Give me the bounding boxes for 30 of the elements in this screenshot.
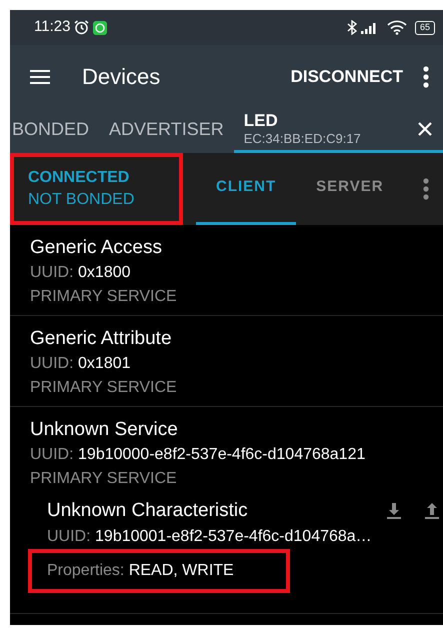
service-type: PRIMARY SERVICE — [30, 378, 178, 398]
app-title: Devices — [82, 63, 162, 91]
download-icon[interactable] — [385, 502, 403, 520]
characteristic-uuid: UUID: 19b10001-e8f2-537e-4f6c-d104768a… — [47, 527, 373, 547]
characteristic-properties: Properties: READ, WRITE — [28, 549, 290, 593]
status-time: 11:23 — [34, 17, 70, 38]
service-uuid: UUID: 0x1800 — [30, 263, 132, 283]
characteristic-name: Unknown Characteristic — [47, 499, 249, 523]
role-tab[interactable]: SERVER — [296, 153, 404, 225]
menu-icon[interactable] — [30, 68, 50, 84]
service-uuid: UUID: 0x1801 — [30, 354, 132, 374]
service-name: Generic Attribute — [30, 327, 173, 351]
chat-app-icon — [93, 20, 108, 34]
alarm-clock-icon — [74, 20, 90, 35]
wifi-icon — [386, 20, 407, 35]
close-icon[interactable] — [417, 121, 433, 137]
service-uuid: UUID: 19b10000-e8f2-537e-4f6c-d104768a121 — [30, 445, 366, 465]
device-tab[interactable]: BONDED — [10, 108, 110, 153]
bluetooth-icon — [346, 20, 357, 35]
service-type: PRIMARY SERVICE — [30, 287, 178, 307]
service-name: Unknown Service — [30, 418, 179, 442]
more-options-icon[interactable] — [423, 178, 429, 200]
service-name: Generic Access — [30, 236, 163, 260]
upload-icon[interactable] — [423, 502, 441, 520]
disconnect-button[interactable]: DISCONNECT — [290, 64, 403, 90]
service-type: PRIMARY SERVICE — [30, 469, 178, 489]
device-tab[interactable]: ADVERTISER — [109, 108, 234, 153]
more-options-icon[interactable] — [423, 66, 429, 88]
connection-status: CONNECTED NOT BONDED — [10, 153, 183, 225]
battery-indicator: 65 — [414, 20, 435, 34]
